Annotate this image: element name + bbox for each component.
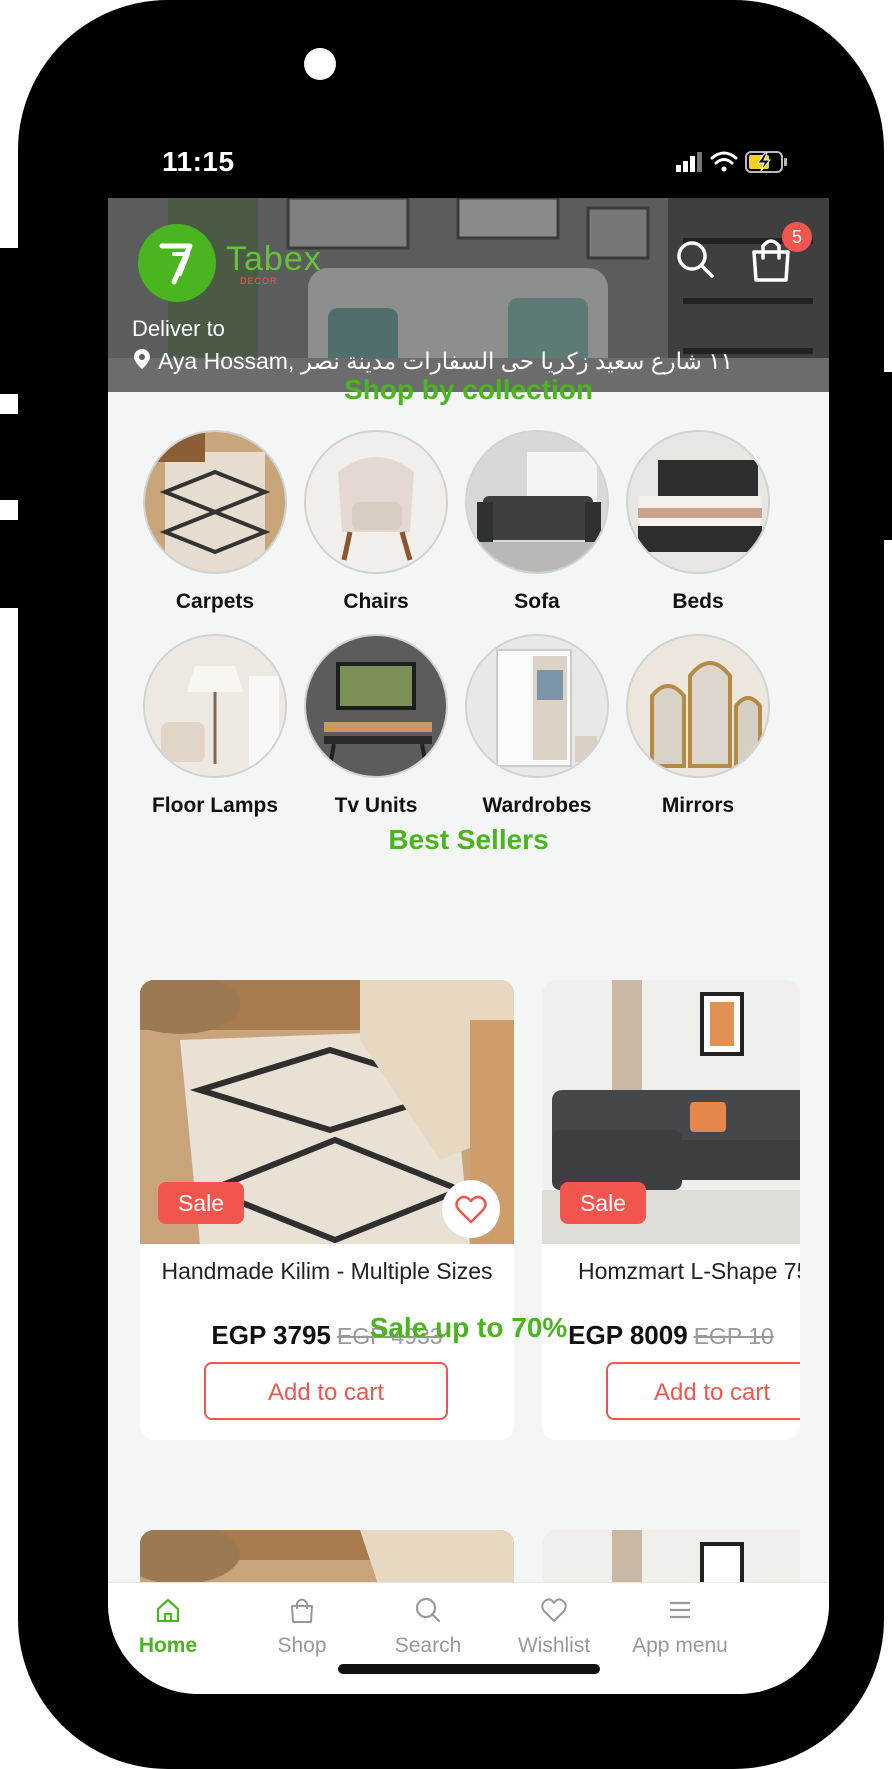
bottom-tab-bar: Home Shop Search Wishlist App menu (108, 1582, 829, 1694)
tab-home[interactable]: Home (108, 1595, 238, 1658)
collection-image (465, 430, 609, 574)
collection-label: Floor Lamps (151, 794, 278, 817)
search-icon[interactable] (672, 236, 718, 282)
collection-image (626, 430, 770, 574)
app-screen: Tabex DECOR 5 Deliver to Aya Hossam, ١١ … (108, 198, 829, 1694)
collection-label: Beds (672, 590, 724, 613)
collection-label: Wardrobes (482, 794, 592, 817)
volume-button-top (0, 248, 18, 394)
collection-chairs[interactable]: Chairs (301, 430, 451, 616)
collection-image (143, 634, 287, 778)
status-time: 11:15 (162, 146, 235, 177)
volume-button-bottom (0, 520, 18, 608)
deliver-address-text: Aya Hossam, ١١ شارع سعيد زكريا حى السفار… (158, 348, 734, 374)
tab-wishlist[interactable]: Wishlist (484, 1595, 624, 1658)
search-icon (415, 1597, 441, 1623)
product-name: Homzmart L-Shape 75×150×300×85 Cm (578, 1258, 800, 1284)
volume-button-middle (0, 414, 18, 500)
collection-image (626, 634, 770, 778)
signal-icon (676, 152, 702, 172)
sale-badge: Sale (158, 1182, 244, 1224)
home-indicator (338, 1664, 600, 1674)
deliver-label: Deliver to (132, 316, 225, 341)
tab-app-menu[interactable]: App menu (610, 1595, 750, 1658)
heart-icon (541, 1598, 567, 1622)
tab-label: Search (394, 1634, 462, 1657)
tab-search[interactable]: Search (358, 1595, 498, 1658)
collection-label: Carpets (175, 590, 255, 613)
add-to-cart-button[interactable]: Add to cart (606, 1362, 800, 1420)
collection-image (304, 430, 448, 574)
menu-icon (670, 1601, 690, 1619)
collection-wardrobes[interactable]: Wardrobes (462, 634, 612, 820)
product-card[interactable]: Sale Homzmart L-Shape 75×150×300×85 Cm E… (542, 980, 800, 1440)
collection-label: Mirrors (661, 794, 735, 817)
collection-image (143, 430, 287, 574)
collection-label: Chairs (343, 590, 409, 613)
product-card[interactable]: Sale Handmade Kilim - Multiple Sizes EGP… (140, 980, 514, 1440)
header-banner: Tabex DECOR 5 Deliver to Aya Hossam, ١١ … (108, 198, 829, 392)
front-camera (304, 48, 336, 80)
tab-label: Wishlist (517, 1634, 591, 1657)
collection-sofa[interactable]: Sofa (462, 430, 612, 616)
bag-icon (291, 1598, 313, 1623)
collection-label: Tv Units (334, 794, 418, 817)
brand-logo-icon[interactable] (138, 224, 216, 302)
collection-carpets[interactable]: Carpets (140, 430, 290, 616)
wishlist-heart-icon[interactable] (442, 1180, 500, 1238)
collection-image (304, 634, 448, 778)
wifi-icon (710, 151, 738, 172)
brand-subtitle: DECOR (240, 276, 278, 286)
collection-tv-units[interactable]: Tv Units (301, 634, 451, 820)
tab-shop[interactable]: Shop (232, 1595, 372, 1658)
location-pin-icon (134, 349, 150, 369)
tab-label: App menu (632, 1634, 728, 1657)
collection-mirrors[interactable]: Mirrors (623, 634, 773, 820)
tab-label: Shop (277, 1634, 327, 1657)
collection-floor-lamps[interactable]: Floor Lamps (140, 634, 290, 820)
sale-badge: Sale (560, 1182, 646, 1224)
collection-image (465, 634, 609, 778)
home-icon (156, 1598, 180, 1623)
collection-section-title: Shop by collection (344, 374, 593, 405)
phone-frame: 11:15 Tabex DECOR 5 Deliver to Aya Hossa… (18, 0, 884, 1769)
brand-name: Tabex (226, 240, 322, 278)
deliver-address[interactable]: Aya Hossam, ١١ شارع سعيد زكريا حى السفار… (134, 348, 733, 375)
add-to-cart-button[interactable]: Add to cart (204, 1362, 448, 1420)
collection-label: Sofa (514, 590, 560, 613)
status-icons (676, 151, 787, 173)
battery-icon (745, 151, 787, 173)
tab-label: Home (138, 1634, 198, 1657)
product-name: Handmade Kilim - Multiple Sizes (161, 1258, 493, 1284)
collection-beds[interactable]: Beds (623, 430, 773, 616)
sale-product-image[interactable] (542, 1530, 800, 1590)
sale-section-title: Sale up to 70% (369, 1312, 568, 1343)
sale-product-image[interactable] (140, 1530, 514, 1590)
cart-count-badge: 5 (782, 222, 812, 252)
best-sellers-title: Best Sellers (388, 824, 549, 855)
